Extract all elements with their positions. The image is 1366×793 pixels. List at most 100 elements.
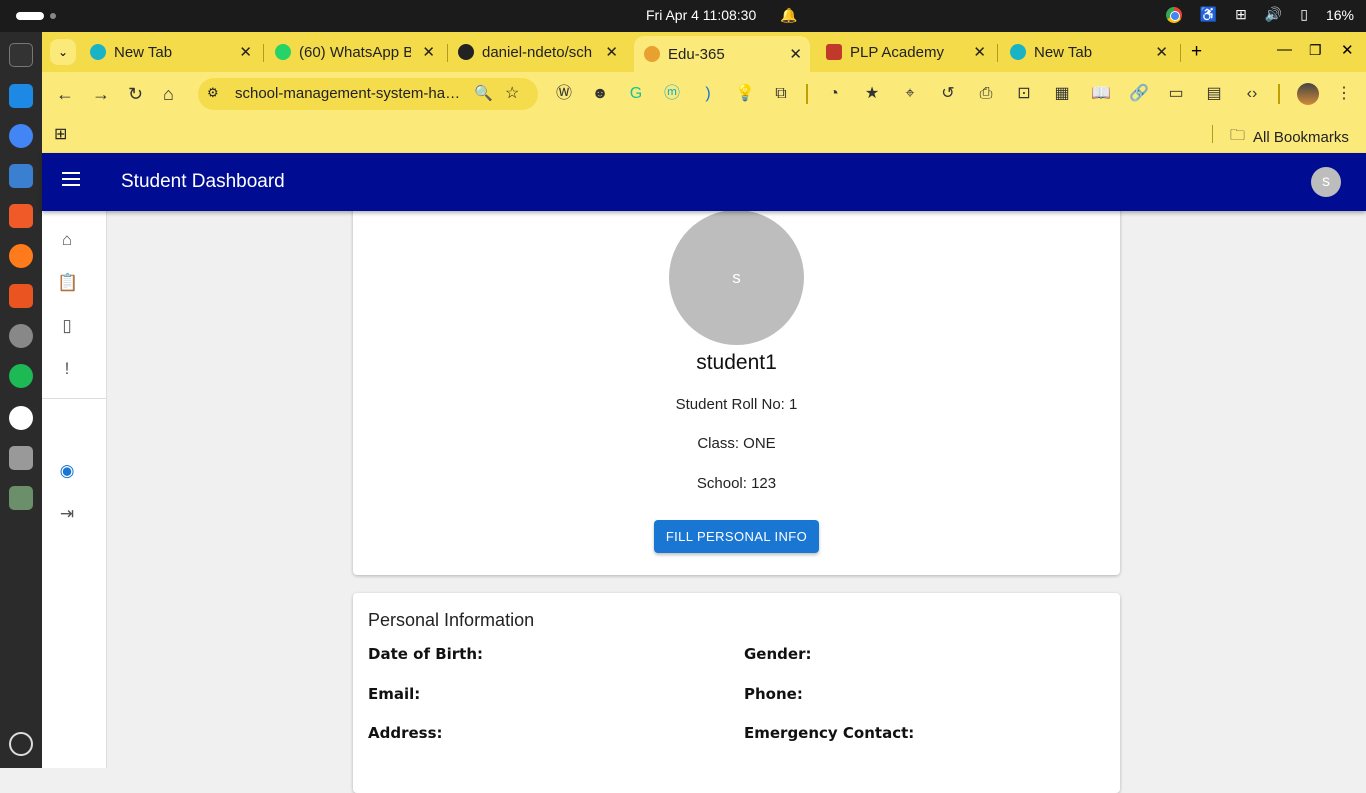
whatsapp-icon	[275, 44, 291, 60]
extension-bulb-icon[interactable]: 💡	[735, 85, 755, 103]
tab-github[interactable]: daniel-ndeto/sch ✕	[458, 38, 618, 66]
spotify-icon[interactable]	[9, 364, 33, 388]
feedback-icon[interactable]: !	[57, 359, 77, 379]
back-icon[interactable]: ←	[56, 84, 74, 105]
restore-icon[interactable]: ❐	[1309, 42, 1322, 59]
files-icon[interactable]	[9, 164, 33, 188]
activities-indicator[interactable]	[16, 12, 44, 20]
close-icon[interactable]: ✕	[605, 43, 618, 61]
extensions-puzzle-icon[interactable]: ⧉	[772, 85, 790, 103]
mongodb-icon[interactable]	[9, 406, 33, 430]
tab-whatsapp[interactable]: (60) WhatsApp B ✕	[275, 38, 435, 66]
tab-new-tab-2[interactable]: New Tab ✕	[1010, 38, 1168, 66]
reload-icon[interactable]: ↻	[128, 84, 143, 105]
profile-card: s student1 Student Roll No: 1 Class: ONE…	[353, 201, 1120, 575]
bookmarks-star-icon[interactable]: ★	[863, 85, 881, 103]
network-icon[interactable]: ⊞	[1235, 6, 1247, 23]
clock[interactable]: Fri Apr 4 11:08:30	[646, 7, 756, 23]
tab-edu-365[interactable]: Edu-365 ✕	[634, 36, 810, 72]
devices-icon[interactable]: ▭	[1167, 85, 1185, 103]
menu-icon[interactable]	[62, 172, 80, 186]
system-tray[interactable]: ♿ ⊞ 🔊 ▯ 16%	[1165, 6, 1354, 23]
student-name: student1	[696, 351, 777, 374]
apps-grid-icon[interactable]: ⊞	[54, 124, 67, 144]
code-icon[interactable]: ‹›	[1243, 85, 1261, 103]
tab-new-tab-1[interactable]: New Tab ✕	[90, 38, 252, 66]
grammarly-icon[interactable]: G	[627, 85, 645, 103]
tab-title: daniel-ndeto/sch	[482, 43, 593, 61]
app-center-icon[interactable]	[9, 284, 33, 308]
forward-icon[interactable]: →	[92, 84, 110, 105]
close-icon[interactable]: ✕	[239, 43, 252, 61]
profile-icon[interactable]: ◉	[57, 461, 77, 481]
trash-icon[interactable]	[9, 486, 33, 510]
show-apps-icon[interactable]	[9, 732, 33, 756]
book-icon[interactable]: ▯	[57, 316, 77, 336]
battery-icon[interactable]: ▯	[1300, 6, 1308, 23]
new-tab-plus-icon[interactable]: +	[1191, 41, 1202, 63]
firefox-icon[interactable]	[9, 244, 33, 268]
print-icon[interactable]: ⎙	[977, 85, 995, 103]
tab-divider	[1180, 44, 1181, 62]
assignment-icon[interactable]: 📋	[57, 273, 78, 293]
page-title: Student Dashboard	[121, 171, 285, 192]
reading-mode-icon[interactable]: 📖	[1091, 85, 1111, 103]
history-icon[interactable]: ↺	[939, 85, 957, 103]
more-menu-icon[interactable]: ⋮	[1335, 85, 1353, 103]
chrome-icon[interactable]	[9, 124, 33, 148]
vscode-icon[interactable]	[9, 84, 33, 108]
chrome-tray-icon[interactable]	[1165, 6, 1182, 23]
close-window-icon[interactable]: ✕	[1341, 41, 1354, 59]
settings-icon[interactable]	[9, 324, 33, 348]
extension-m-icon[interactable]: ⓜ	[663, 85, 681, 103]
site-info-icon[interactable]: ⚙	[207, 85, 219, 101]
address-bar[interactable]: ⚙ school-management-system-haze... 🔍 ☆	[198, 78, 538, 110]
tab-favicon-icon	[1010, 44, 1026, 60]
workspace-dot	[50, 13, 56, 19]
bookmark-star-icon[interactable]: ☆	[505, 83, 519, 103]
avatar[interactable]: s	[1311, 167, 1341, 197]
roll-number: Student Roll No: 1	[675, 396, 798, 413]
terminal-icon[interactable]	[9, 43, 33, 67]
tab-plp-academy[interactable]: PLP Academy ✕	[826, 38, 986, 66]
all-bookmarks-button[interactable]: 🗀 All Bookmarks	[1230, 125, 1349, 150]
bell-icon[interactable]: 🔔	[780, 7, 797, 24]
fill-personal-info-button[interactable]: FILL PERSONAL INFO	[654, 520, 819, 553]
bookmarks-bar: ⊞ 🗀 All Bookmarks	[42, 116, 1366, 153]
section-heading: Personal Information	[368, 610, 535, 630]
edu-365-icon	[644, 46, 660, 62]
volume-icon[interactable]: 🔊	[1265, 6, 1282, 23]
folder-icon: 🗀	[1230, 127, 1246, 144]
profile-avatar[interactable]	[1297, 83, 1319, 105]
extension-robot-icon[interactable]: ☻	[591, 85, 609, 103]
qr-code-icon[interactable]: ▦	[1053, 85, 1071, 103]
github-icon	[458, 44, 474, 60]
minimize-icon[interactable]: —	[1277, 41, 1292, 58]
brave-icon[interactable]	[9, 204, 33, 228]
accessibility-icon[interactable]: ♿	[1200, 6, 1217, 23]
table-icon[interactable]: ▤	[1205, 85, 1223, 103]
profile-avatar-large: s	[669, 210, 804, 345]
home-icon[interactable]: ⌂	[163, 84, 174, 105]
incognito-icon[interactable]: ◔	[825, 85, 843, 103]
os-top-bar: Fri Apr 4 11:08:30 🔔 ♿ ⊞ 🔊 ▯ 16%	[0, 0, 1366, 32]
zoom-icon[interactable]: 🔍	[474, 84, 493, 102]
close-icon[interactable]: ✕	[973, 43, 986, 61]
tab-divider	[447, 44, 448, 62]
screenshot-icon[interactable]: ⊡	[1015, 85, 1033, 103]
close-icon[interactable]: ✕	[422, 43, 435, 61]
logout-icon[interactable]: ⇥	[57, 504, 77, 524]
disk-icon[interactable]	[9, 446, 33, 470]
gender-label: Gender:	[744, 645, 812, 663]
link-icon[interactable]: 🔗	[1129, 85, 1149, 103]
home-icon[interactable]: ⌂	[57, 230, 77, 250]
location-icon[interactable]: ⌖	[901, 85, 919, 103]
close-icon[interactable]: ✕	[789, 45, 802, 63]
extension-w-icon[interactable]: Ⓦ	[555, 85, 573, 103]
tab-search-icon[interactable]: ⌄	[50, 39, 76, 65]
tab-title: PLP Academy	[850, 43, 944, 61]
toolbar-divider	[1278, 84, 1280, 104]
close-icon[interactable]: ✕	[1155, 43, 1168, 61]
app-bar: Student Dashboard s	[42, 153, 1366, 211]
extension-audio-icon[interactable]: )	[699, 85, 717, 103]
